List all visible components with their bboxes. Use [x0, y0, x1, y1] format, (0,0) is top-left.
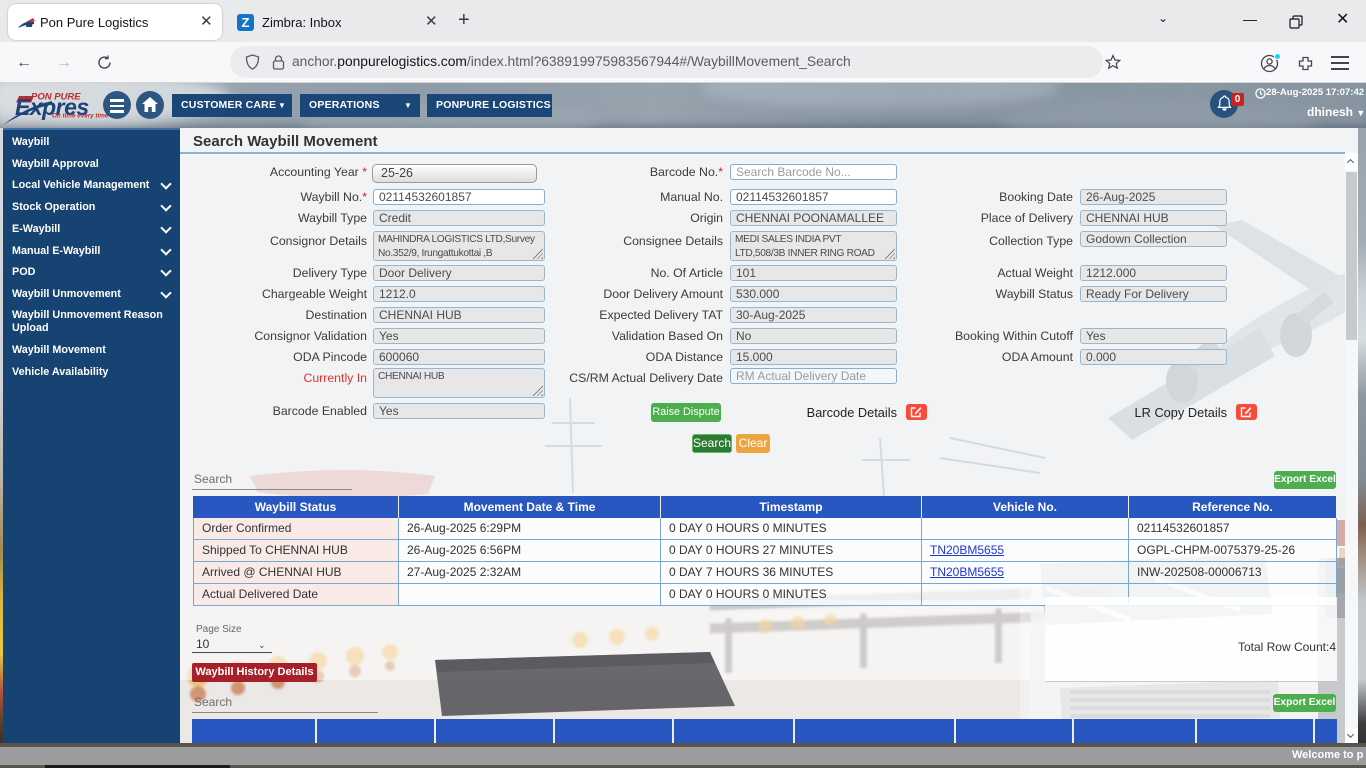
svg-text:On time every time: On time every time	[52, 113, 109, 120]
